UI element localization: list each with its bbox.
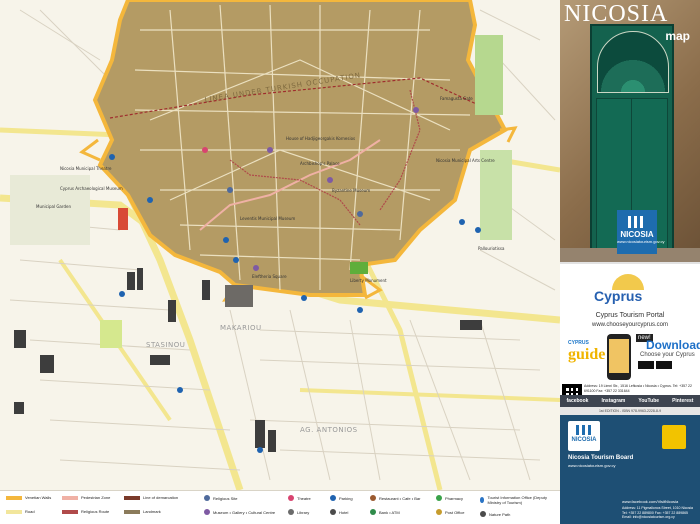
legend-item: Religious Route <box>62 509 109 514</box>
label-sight-1: Famagusta Gate <box>440 96 473 101</box>
social-bar: facebook Instagram YouTube Pinterest <box>560 395 700 407</box>
legend-item: Pharmacy <box>436 495 463 501</box>
label-museum-4: Nicosia Municipal Theatre <box>60 166 112 171</box>
legend-item: Hotel <box>330 509 348 515</box>
board-name: Nicosia Tourism Board <box>568 455 634 461</box>
phone-icon <box>607 334 631 380</box>
nicosia-logo: NICOSIA www.nicosiatourism.gov.cy <box>617 210 665 254</box>
district-label-makariou: MAKARIOU <box>220 324 262 332</box>
board-badge-icon <box>662 425 686 449</box>
info-sidebar: NICOSIA map NICOSIA www.nicosiatourism.g… <box>560 0 700 524</box>
tourism-board-panel: 1st EDITION - ISBN 978-9963-2228-8-9 NIC… <box>560 407 700 524</box>
map-title: NICOSIA <box>564 1 669 27</box>
youtube-link[interactable]: YouTube <box>638 398 659 404</box>
legend-item: Line of demarcation <box>124 495 178 500</box>
city-map[interactable]: LINEA UNDER TURKISH OCCUPATION Cyprus Ar… <box>0 0 560 490</box>
legend-item: Museum • Gallery • Cultural Centre <box>204 509 275 515</box>
board-facebook[interactable]: www.facebook.com/VisitNicosia <box>622 499 678 504</box>
legend-item: Theatre <box>288 495 311 501</box>
label-sight-4: Eleftheria Square <box>252 274 287 279</box>
landmark-block <box>118 208 128 230</box>
label-museum-1: Leventis Municipal Museum <box>240 216 295 221</box>
pinterest-link[interactable]: Pinterest <box>672 398 693 404</box>
legend-item: Nature Path <box>480 511 510 517</box>
cover-photo: NICOSIA map NICOSIA www.nicosiatourism.g… <box>560 0 700 262</box>
building-block <box>225 285 253 307</box>
board-address: Address: 11 Pigmalionos Street, 1010 Nic… <box>622 506 693 519</box>
cyprus-tourism-ad[interactable]: Cyprus Cyprus Tourism Portal www.choosey… <box>560 262 700 414</box>
legend-item: Library <box>288 509 309 515</box>
board-site[interactable]: www.nicosiatourism.gov.cy <box>568 463 616 468</box>
legend-item: Pedestrian Zone <box>62 495 110 500</box>
legend-item: Post Office <box>436 509 465 515</box>
label-sight-7: Pallouriotissa <box>478 246 505 251</box>
board-logo: NICOSIA <box>568 421 600 451</box>
cyprus-logo: Cyprus <box>577 274 683 308</box>
label-museum-2: Cyprus Archaeological Museum <box>60 186 123 191</box>
label-sight-5: Byzantine Museum <box>332 188 370 193</box>
park-area <box>475 35 503 115</box>
legend-item: Venetian Walls <box>6 495 51 500</box>
legend-item: Landmark <box>124 509 161 514</box>
download-promo[interactable]: new! Download Choose your Cyprus <box>636 334 700 376</box>
district-label-stasinou: STASINOU <box>146 341 185 349</box>
map-page: LINEA UNDER TURKISH OCCUPATION Cyprus Ar… <box>0 0 700 524</box>
app-store-icon[interactable] <box>638 361 654 369</box>
portal-url[interactable]: www.chooseyourcyprus.com <box>560 322 700 328</box>
label-sight-3: Archbishop's Palace <box>300 161 340 166</box>
legend-item: Road <box>6 509 35 514</box>
label-sight-2: Liberty Monument <box>350 278 387 283</box>
legend-item: Parking <box>330 495 353 501</box>
legend-item: Restaurant • Cafe • Bar <box>370 495 421 501</box>
map-legend: Venetian Walls Road Pedestrian Zone Reli… <box>0 490 560 524</box>
ad-address: Address: 19 Limni Str., 1516 Lefkosia • … <box>584 384 692 393</box>
portal-tagline: Cyprus Tourism Portal <box>595 312 665 319</box>
park-area <box>480 150 512 240</box>
instagram-link[interactable]: Instagram <box>601 398 625 404</box>
legend-item: Religious Site <box>204 495 237 501</box>
label-sight-6: House of Hadjigeorgakis Kornesios <box>286 136 355 141</box>
map-subtitle: map <box>665 29 690 43</box>
label-sight-8: Nicosia Municipal Arts Centre <box>436 158 495 163</box>
district-label-ag-antonios: AG. ANTONIOS <box>300 426 358 434</box>
guide-logo: CYPRUS guide <box>568 340 606 363</box>
park-area <box>350 262 368 274</box>
google-play-icon[interactable] <box>656 361 672 369</box>
legend-item: Tourist Information Office (Deputy Minis… <box>480 495 558 505</box>
legend-item: Bank • ATM <box>370 509 400 515</box>
facebook-link[interactable]: facebook <box>567 398 589 404</box>
park-area <box>100 320 122 348</box>
label-museum-3: Municipal Garden <box>36 204 71 209</box>
edition-line: 1st EDITION - ISBN 978-9963-2228-8-9 <box>560 407 700 415</box>
